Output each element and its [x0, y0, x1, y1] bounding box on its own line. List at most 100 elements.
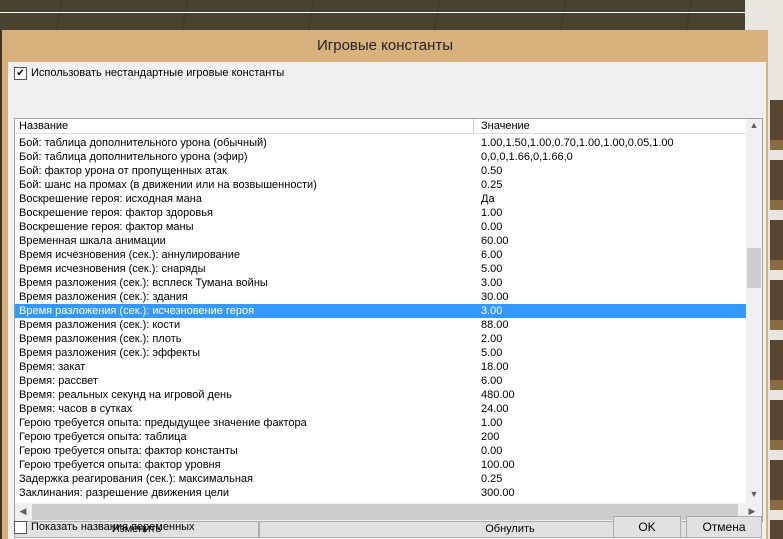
row-name: Герою требуется опыта: фактор уровня: [19, 459, 221, 471]
table-row[interactable]: Время: реальных секунд на игровой день 48…: [15, 388, 746, 402]
table-row[interactable]: Воскрешение героя: фактор здоровья 1.00: [15, 206, 746, 220]
row-value: 1.00: [481, 207, 503, 219]
row-name: Воскрешение героя: фактор маны: [19, 221, 194, 233]
row-value: 2.00: [481, 333, 503, 345]
row-name: Герою требуется опыта: предыдущее значен…: [19, 417, 307, 429]
show-variable-names-checkbox[interactable]: [14, 521, 27, 534]
table-row[interactable]: Время разложения (сек.): кости 88.00: [15, 318, 746, 332]
table-row[interactable]: Время: часов в сутках 24.00: [15, 402, 746, 416]
table-row[interactable]: Заклинания: разрешение движения цели 300.…: [15, 486, 746, 500]
row-value: 30.00: [481, 291, 509, 303]
row-value: 1.00: [481, 417, 503, 429]
row-value: 100.00: [481, 459, 515, 471]
row-value: 0.00: [481, 221, 503, 233]
row-name: Время: реальных секунд на игровой день: [19, 389, 232, 401]
row-value: 18.00: [481, 361, 509, 373]
table-row[interactable]: Герою требуется опыта: фактор константы 0…: [15, 444, 746, 458]
row-name: Время: закат: [19, 361, 86, 373]
vertical-scroll-thumb[interactable]: [747, 248, 761, 288]
row-name: Временная шкала анимации: [19, 235, 166, 247]
row-value: 300.00: [481, 487, 515, 499]
row-name: Воскрешение героя: фактор здоровья: [19, 207, 213, 219]
row-name: Бой: шанс на промах (в движении или на в…: [19, 179, 317, 191]
use-custom-constants-checkbox[interactable]: ✔: [14, 67, 27, 80]
list-header: Название Значение: [15, 119, 746, 134]
dialog-body: ✔ Использовать нестандартные игровые кон…: [8, 62, 766, 539]
row-value: Да: [481, 193, 495, 205]
row-value: 480.00: [481, 389, 515, 401]
column-divider[interactable]: [473, 119, 474, 133]
row-name: Заклинания: разрешение движения цели: [19, 487, 230, 499]
row-value: 0.00: [481, 445, 503, 457]
list-rows: Бой: таблица дополнительного урона (обыч…: [15, 136, 746, 500]
table-row[interactable]: Временная шкала анимации 60.00: [15, 234, 746, 248]
table-row[interactable]: Время: закат 18.00: [15, 360, 746, 374]
row-value: 3.00: [481, 277, 503, 289]
table-row[interactable]: Задержка реагирования (сек.): максимальн…: [15, 472, 746, 486]
row-name: Время разложения (сек.): исчезновение ге…: [19, 305, 255, 317]
table-row[interactable]: Время разложения (сек.): всплеск Тумана …: [15, 276, 746, 290]
row-name: Время исчезновения (сек.): аннулирование: [19, 249, 241, 261]
table-row[interactable]: Время разложения (сек.): исчезновение ге…: [15, 304, 746, 318]
table-row[interactable]: Герою требуется опыта: фактор уровня 100.…: [15, 458, 746, 472]
row-name: Время разложения (сек.): здания: [19, 291, 188, 303]
row-name: Бой: таблица дополнительного урона (эфир…: [19, 151, 248, 163]
row-value: 88.00: [481, 319, 509, 331]
row-value: 5.00: [481, 347, 503, 359]
table-row[interactable]: Время исчезновения (сек.): аннулирование…: [15, 248, 746, 262]
table-row[interactable]: Бой: таблица дополнительного урона (эфир…: [15, 150, 746, 164]
row-value: 0.50: [481, 165, 503, 177]
table-row[interactable]: Бой: фактор урона от пропущенных атак 0.5…: [15, 164, 746, 178]
row-name: Время: часов в сутках: [19, 403, 133, 415]
row-name: Герою требуется опыта: фактор константы: [19, 445, 238, 457]
table-row[interactable]: Воскрешение героя: исходная мана Да: [15, 192, 746, 206]
table-row[interactable]: Время исчезновения (сек.): снаряды 5.00: [15, 262, 746, 276]
table-row[interactable]: Время разложения (сек.): здания 30.00: [15, 290, 746, 304]
table-row[interactable]: Время разложения (сек.): эффекты 5.00: [15, 346, 746, 360]
row-value: 1.00,1.50,1.00,0.70,1.00,1.00,0.05,1.00: [481, 137, 674, 149]
vertical-scrollbar[interactable]: ▲ ▼: [746, 119, 762, 503]
row-name: Время разложения (сек.): всплеск Тумана …: [19, 277, 268, 289]
table-row[interactable]: Время разложения (сек.): плоть 2.00: [15, 332, 746, 346]
row-value: 0,0,0,1.66,0,1.66,0: [481, 151, 573, 163]
unit-palette-strip: [770, 100, 783, 539]
table-row[interactable]: Герою требуется опыта: предыдущее значен…: [15, 416, 746, 430]
table-row[interactable]: Время: рассвет 6.00: [15, 374, 746, 388]
row-value: 0.25: [481, 179, 503, 191]
cancel-button[interactable]: Отмена: [686, 516, 762, 538]
row-value: 0.25: [481, 473, 503, 485]
row-value: 6.00: [481, 375, 503, 387]
use-custom-constants-label[interactable]: Использовать нестандартные игровые конст…: [31, 67, 284, 79]
scroll-down-icon[interactable]: ▼: [746, 489, 762, 499]
dialog-title: Игровые константы: [316, 37, 454, 54]
row-name: Время разложения (сек.): плоть: [19, 333, 182, 345]
row-name: Время исчезновения (сек.): снаряды: [19, 263, 206, 275]
row-name: Воскрешение героя: исходная мана: [19, 193, 202, 205]
column-header-name[interactable]: Название: [19, 120, 68, 132]
game-map-background: [0, 0, 745, 30]
show-variable-names-label[interactable]: Показать названия переменных: [31, 521, 195, 533]
row-name: Задержка реагирования (сек.): максимальн…: [19, 473, 253, 485]
table-row[interactable]: Герою требуется опыта: таблица 200: [15, 430, 746, 444]
scroll-up-icon[interactable]: ▲: [746, 120, 762, 130]
scroll-left-icon[interactable]: ◀: [15, 506, 31, 517]
row-name: Время разложения (сек.): кости: [19, 319, 181, 331]
row-name: Время разложения (сек.): эффекты: [19, 347, 201, 359]
constants-list: Название Значение Бой: таблица дополните…: [14, 118, 763, 522]
ok-button[interactable]: OK: [613, 516, 681, 538]
row-value: 24.00: [481, 403, 509, 415]
table-row[interactable]: Воскрешение героя: фактор маны 0.00: [15, 220, 746, 234]
row-name: Бой: фактор урона от пропущенных атак: [19, 165, 227, 177]
row-value: 3.00: [481, 305, 503, 317]
table-row[interactable]: Бой: таблица дополнительного урона (обыч…: [15, 136, 746, 150]
row-value: 60.00: [481, 235, 509, 247]
row-value: 6.00: [481, 249, 503, 261]
row-name: Герою требуется опыта: таблица: [19, 431, 187, 443]
column-header-value[interactable]: Значение: [481, 120, 530, 132]
row-name: Время: рассвет: [19, 375, 98, 387]
map-grid-line: [0, 12, 745, 13]
table-row[interactable]: Бой: шанс на промах (в движении или на в…: [15, 178, 746, 192]
row-value: 5.00: [481, 263, 503, 275]
row-name: Бой: таблица дополнительного урона (обыч…: [19, 137, 267, 149]
row-value: 200: [481, 431, 500, 443]
